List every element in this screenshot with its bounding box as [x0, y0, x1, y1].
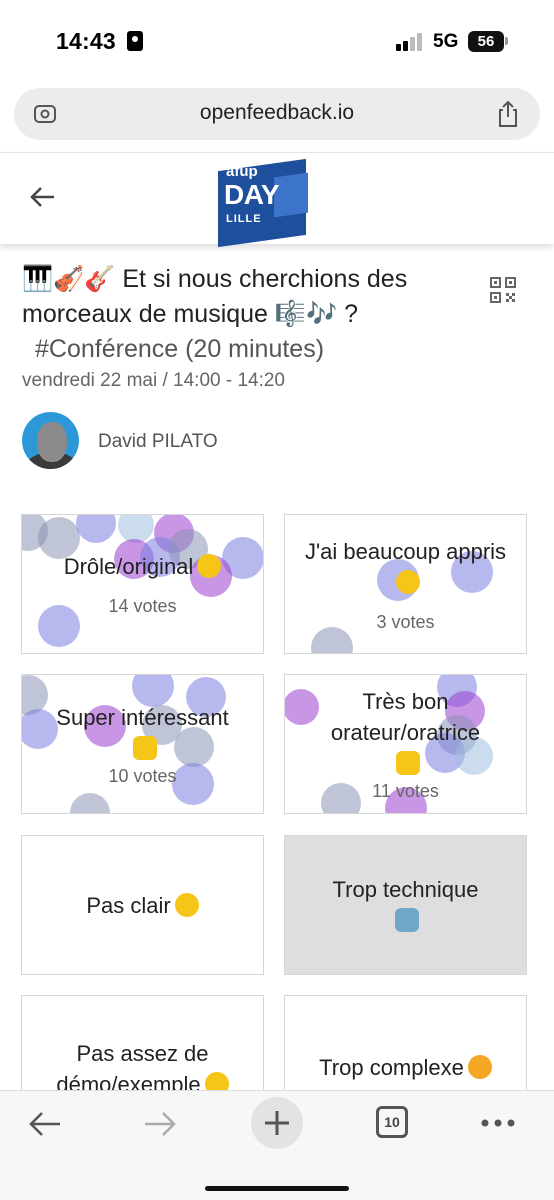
- talk-tag: #Conférence (20 minutes): [35, 335, 325, 363]
- vote-card-tres-bon-orateur[interactable]: Très bon orateur/oratrice 11 votes: [284, 674, 527, 814]
- new-tab-button[interactable]: [251, 1097, 303, 1149]
- plus-icon: [265, 1111, 289, 1135]
- vote-count: 11 votes: [372, 781, 439, 801]
- vote-label: Trop technique: [332, 877, 479, 902]
- browser-toolbar: 10: [0, 1090, 554, 1200]
- vote-label: Drôle/original: [63, 554, 194, 579]
- vote-label: Très bon orateur/oratrice: [330, 689, 481, 745]
- vote-count: 10 votes: [108, 765, 177, 786]
- vote-card-pas-clair[interactable]: Pas clair: [21, 835, 264, 975]
- logo-lille: LILLE: [226, 213, 262, 225]
- exploding-head-icon: [467, 1055, 492, 1079]
- talk-date: vendredi 22 mai / 14:00 - 14:20: [22, 370, 286, 391]
- tabs-button[interactable]: 10: [376, 1106, 408, 1138]
- talk-title: 🎹🎻🎸 Et si nous cherchions des morceaux d…: [22, 265, 408, 328]
- contact-card-icon: [127, 31, 143, 51]
- vote-label: Super intéressant: [56, 704, 229, 730]
- logo-afup: afup: [226, 163, 258, 180]
- afup-day-logo[interactable]: afup DAY LILLE: [216, 158, 310, 248]
- logo-day: DAY: [224, 179, 280, 210]
- url-text[interactable]: openfeedback.io: [14, 101, 540, 125]
- vote-label: J'ai beaucoup appris: [304, 538, 507, 564]
- home-indicator: [205, 1186, 349, 1191]
- speaker[interactable]: David PILATO: [22, 412, 422, 470]
- site-header: afup DAY LILLE: [0, 152, 554, 248]
- battery-icon: 56: [468, 31, 504, 52]
- vote-count: 14 votes: [108, 596, 177, 616]
- vote-card-trop-technique[interactable]: Trop technique: [284, 835, 527, 975]
- battery-tip: [505, 37, 508, 45]
- vote-label: Trop complexe: [319, 1055, 464, 1080]
- back-arrow-icon[interactable]: [28, 183, 56, 211]
- url-bar[interactable]: openfeedback.io: [14, 88, 540, 140]
- vote-count: 3 votes: [376, 611, 435, 632]
- talk-info: 🎹🎻🎸 Et si nous cherchions des morceaux d…: [22, 262, 482, 392]
- back-icon[interactable]: [28, 1111, 62, 1137]
- vote-label: Pas assez de démo/exemple: [56, 1041, 209, 1097]
- page: 14:43 5G 56 openfeedback.io afup DAY LIL…: [0, 0, 554, 1200]
- nerd-face-icon: [395, 569, 420, 594]
- vote-label: Pas clair: [86, 892, 171, 918]
- vote-card-drole-original[interactable]: Drôle/original 14 votes: [21, 514, 264, 654]
- qr-code-icon[interactable]: [490, 277, 516, 303]
- share-icon[interactable]: [496, 100, 520, 128]
- robot-icon: [395, 908, 420, 932]
- status-bar: 14:43 5G 56: [0, 0, 554, 82]
- more-icon[interactable]: [481, 1119, 515, 1127]
- vote-card-super-interessant[interactable]: Super intéressant 10 votes: [21, 674, 264, 814]
- monocle-face-icon: [174, 892, 199, 917]
- thumbs-up-icon: [132, 735, 157, 760]
- status-time: 14:43: [56, 28, 116, 54]
- signal-icon: [396, 33, 424, 51]
- speaker-name: David PILATO: [98, 431, 218, 452]
- forward-icon[interactable]: [143, 1111, 177, 1137]
- clapping-hands-icon: [395, 751, 420, 775]
- avatar: [22, 412, 79, 469]
- network-label: 5G: [433, 31, 459, 52]
- grinning-face-icon: [197, 554, 222, 578]
- vote-card-jai-beaucoup-appris[interactable]: J'ai beaucoup appris 3 votes: [284, 514, 527, 654]
